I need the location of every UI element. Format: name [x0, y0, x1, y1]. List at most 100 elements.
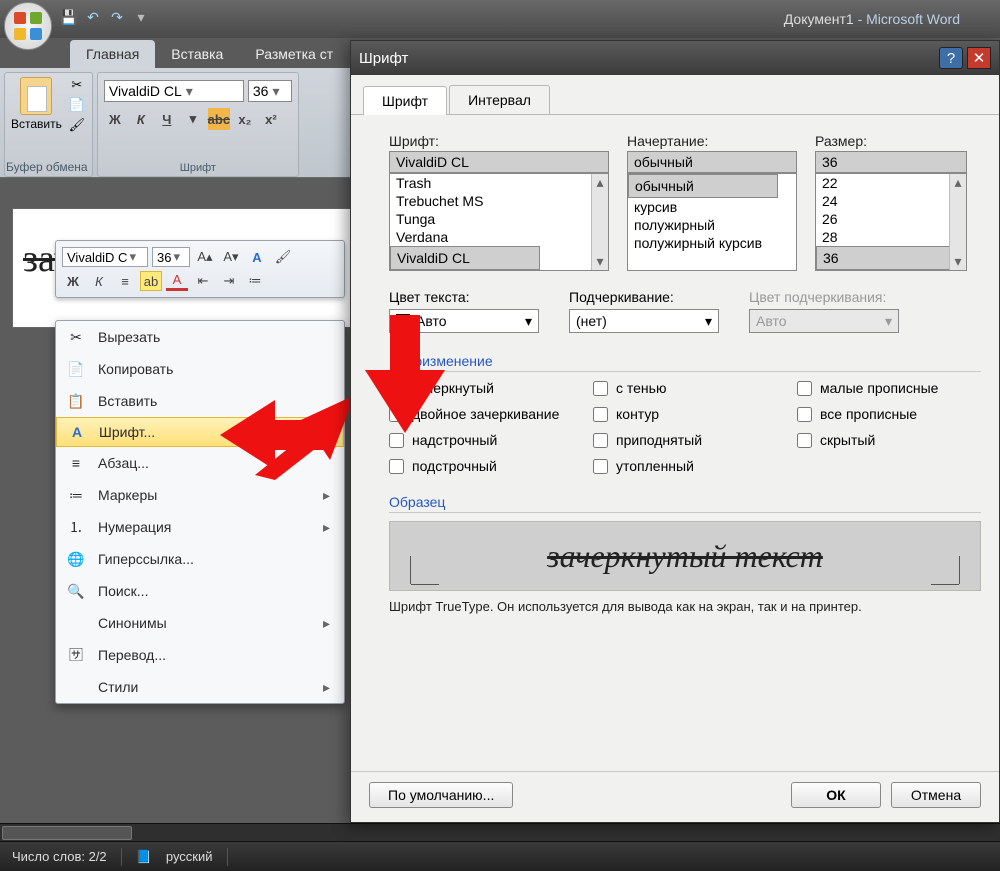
- italic-button[interactable]: К: [130, 108, 152, 130]
- language-status[interactable]: русский: [166, 849, 213, 864]
- grow-font-icon[interactable]: A▴: [194, 247, 216, 267]
- scrollbar[interactable]: ▴▾: [591, 174, 608, 270]
- close-button[interactable]: ✕: [967, 47, 991, 69]
- list-item[interactable]: курсив: [628, 198, 796, 216]
- app-name: Microsoft Word: [866, 11, 960, 27]
- list-item[interactable]: Trebuchet MS: [390, 192, 608, 210]
- font-a-icon: A: [65, 424, 89, 440]
- word-count[interactable]: Число слов: 2/2: [12, 849, 107, 864]
- superscript-button[interactable]: x²: [260, 108, 282, 130]
- menu-translate[interactable]: 🈂Перевод...: [56, 639, 344, 671]
- tab-layout[interactable]: Разметка ст: [239, 40, 349, 68]
- list-item[interactable]: VivaldiD CL: [390, 246, 540, 270]
- bold-button[interactable]: Ж: [62, 271, 84, 291]
- dialog-title: Шрифт: [359, 50, 408, 67]
- ok-button[interactable]: ОК: [791, 782, 881, 808]
- format-painter-icon[interactable]: 🖌: [68, 117, 86, 133]
- checkbox-smallcaps[interactable]: малые прописные: [797, 380, 981, 396]
- tab-home[interactable]: Главная: [70, 40, 155, 68]
- checkbox-emboss[interactable]: приподнятый: [593, 432, 777, 448]
- cancel-button[interactable]: Отмена: [891, 782, 981, 808]
- align-center-icon[interactable]: ≡: [114, 271, 136, 291]
- mini-font-combo[interactable]: VivaldiD C▾: [62, 247, 148, 267]
- sample-box: зачеркнутый текст: [389, 521, 981, 591]
- copy-icon[interactable]: 📄: [68, 97, 86, 113]
- dialog-tab-font[interactable]: Шрифт: [363, 86, 447, 115]
- change-case-icon[interactable]: A: [246, 247, 268, 267]
- subscript-button[interactable]: x₂: [234, 108, 256, 130]
- list-item[interactable]: 22: [816, 174, 966, 192]
- checkbox-outline[interactable]: контур: [593, 406, 777, 422]
- underline-color-label: Цвет подчеркивания:: [749, 289, 899, 305]
- list-item[interactable]: 24: [816, 192, 966, 210]
- menu-synonyms[interactable]: Синонимы▸: [56, 607, 344, 639]
- list-item[interactable]: Trash: [390, 174, 608, 192]
- mini-toolbar: VivaldiD C▾ 36▾ A▴ A▾ A 🖌 Ж К ≡ ab A ⇤ ⇥…: [55, 240, 345, 298]
- size-label: Размер:: [815, 133, 967, 149]
- mini-size-combo[interactable]: 36▾: [152, 247, 190, 267]
- font-name-combo[interactable]: VivaldiD CL▾: [104, 80, 244, 102]
- decrease-indent-icon[interactable]: ⇤: [192, 271, 214, 291]
- font-name-input[interactable]: VivaldiD CL: [389, 151, 609, 173]
- font-color-icon[interactable]: A: [166, 271, 188, 291]
- default-button[interactable]: По умолчанию...: [369, 782, 513, 808]
- checkbox-allcaps[interactable]: все прописные: [797, 406, 981, 422]
- menu-search[interactable]: 🔍Поиск...: [56, 575, 344, 607]
- dialog-titlebar[interactable]: Шрифт ? ✕: [351, 41, 999, 75]
- list-item[interactable]: полужирный: [628, 216, 796, 234]
- format-painter-icon[interactable]: 🖌: [272, 247, 294, 267]
- document-title: Документ1: [784, 11, 854, 27]
- help-button[interactable]: ?: [939, 47, 963, 69]
- strike-button[interactable]: abc: [208, 108, 230, 130]
- redo-icon[interactable]: ↷: [108, 8, 126, 26]
- menu-cut[interactable]: ✂Вырезать: [56, 321, 344, 353]
- underline-button[interactable]: Ч: [156, 108, 178, 130]
- qat-dropdown-icon[interactable]: ▾: [132, 8, 150, 26]
- menu-hyperlink[interactable]: 🌐Гиперссылка...: [56, 543, 344, 575]
- list-item[interactable]: Verdana: [390, 228, 608, 246]
- list-item[interactable]: 28: [816, 228, 966, 246]
- checkbox-hidden[interactable]: скрытый: [797, 432, 981, 448]
- paste-button[interactable]: Вставить: [11, 77, 62, 131]
- style-label: Начертание:: [627, 133, 797, 149]
- font-style-input[interactable]: обычный: [627, 151, 797, 173]
- style-list[interactable]: обычный курсив полужирный полужирный кур…: [627, 173, 797, 271]
- office-button[interactable]: [4, 2, 52, 50]
- font-list[interactable]: Trash Trebuchet MS Tunga Verdana Vivaldi…: [389, 173, 609, 271]
- italic-button[interactable]: К: [88, 271, 110, 291]
- bold-button[interactable]: Ж: [104, 108, 126, 130]
- tab-insert[interactable]: Вставка: [155, 40, 239, 68]
- scrollbar[interactable]: ▴▾: [949, 174, 966, 270]
- list-item[interactable]: 26: [816, 210, 966, 228]
- dialog-tab-spacing[interactable]: Интервал: [449, 85, 550, 114]
- checkbox-engrave[interactable]: утопленный: [593, 458, 777, 474]
- checkbox-subscript[interactable]: подстрочный: [389, 458, 573, 474]
- bullets-icon: ≔: [64, 487, 88, 504]
- menu-styles[interactable]: Стили▸: [56, 671, 344, 703]
- horizontal-scrollbar[interactable]: [0, 823, 1000, 841]
- font-size-combo[interactable]: 36▾: [248, 80, 292, 102]
- list-item[interactable]: Tunga: [390, 210, 608, 228]
- menu-numbering[interactable]: ⒈Нумерация▸: [56, 511, 344, 543]
- shrink-font-icon[interactable]: A▾: [220, 247, 242, 267]
- paste-label: Вставить: [11, 117, 62, 131]
- bullets-icon[interactable]: ≔: [244, 271, 266, 291]
- checkbox-shadow[interactable]: с тенью: [593, 380, 777, 396]
- size-list[interactable]: 22 24 26 28 36 ▴▾: [815, 173, 967, 271]
- increase-indent-icon[interactable]: ⇥: [218, 271, 240, 291]
- undo-icon[interactable]: ↶: [84, 8, 102, 26]
- spellcheck-icon[interactable]: 📘: [136, 849, 152, 865]
- font-size-input[interactable]: 36: [815, 151, 967, 173]
- list-item[interactable]: 36: [816, 246, 966, 270]
- sample-section-title: Образец: [389, 494, 981, 513]
- cut-icon[interactable]: ✂: [68, 77, 86, 93]
- translate-icon: 🈂: [64, 645, 88, 665]
- list-item[interactable]: обычный: [628, 174, 778, 198]
- search-icon: 🔍: [64, 583, 88, 600]
- underline-select[interactable]: (нет)▾: [569, 309, 719, 333]
- highlight-icon[interactable]: ab: [140, 271, 162, 291]
- list-item[interactable]: полужирный курсив: [628, 234, 796, 252]
- annotation-arrow-icon: [220, 380, 360, 490]
- save-icon[interactable]: 💾: [60, 8, 78, 26]
- context-menu: ✂Вырезать 📄Копировать 📋Вставить AШрифт..…: [55, 320, 345, 704]
